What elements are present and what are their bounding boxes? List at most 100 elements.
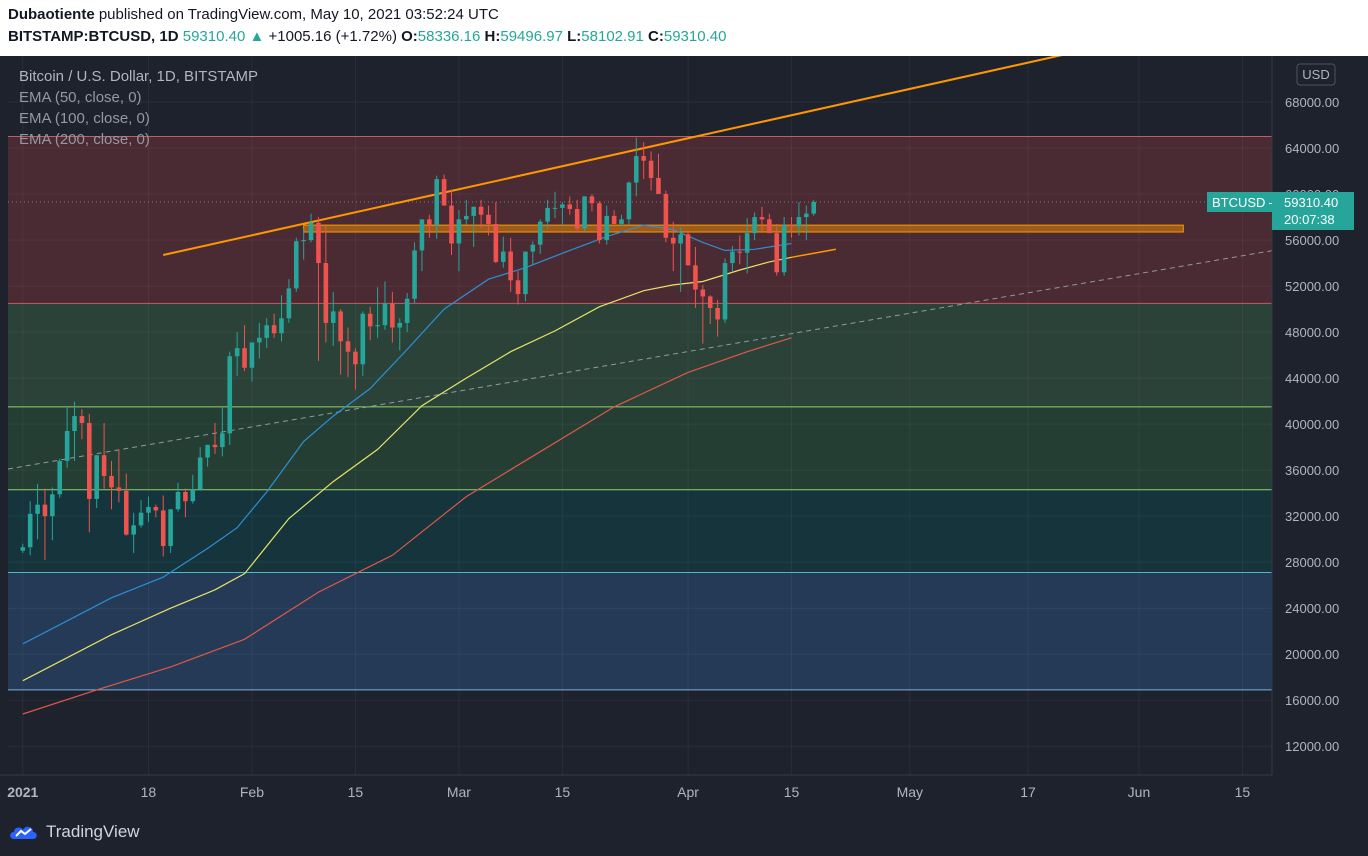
candle-body [412, 250, 417, 299]
candle-body [752, 217, 757, 234]
candle-body [722, 263, 728, 320]
candle-body [257, 337, 262, 343]
x-tick-label: 15 [1235, 784, 1251, 800]
x-tick-label: 15 [555, 784, 571, 800]
legend-ema50[interactable]: EMA (50, close, 0) [19, 87, 258, 108]
candle-body [87, 422, 92, 499]
candle-body [138, 512, 144, 526]
y-tick-label: 28000.00 [1285, 555, 1339, 570]
candle-body [515, 280, 521, 295]
candle [227, 351, 233, 445]
candle-body [330, 311, 336, 323]
candle-body [205, 444, 210, 458]
candle-body [293, 241, 299, 289]
candle-body [57, 460, 63, 495]
ohlc-bar: BITSTAMP:BTCUSD, 1D 59310.40 ▲ +1005.16 … [8, 28, 726, 45]
candle-body [641, 156, 646, 161]
candle-body [574, 209, 580, 229]
resistance-band [303, 224, 1184, 233]
price-zone [8, 136, 1272, 304]
y-tick-label: 56000.00 [1285, 233, 1339, 248]
candle-body [375, 325, 380, 327]
up-arrow-icon: ▲ [249, 28, 265, 45]
candle-body [72, 416, 77, 432]
candle-body [626, 182, 632, 220]
candle-body [175, 492, 181, 510]
chart-header: Dubaotiente published on TradingView.com… [0, 0, 1368, 56]
candle-body [220, 433, 225, 448]
footer: TradingView [0, 808, 1368, 856]
chart-legend: Bitcoin / U.S. Dollar, 1D, BITSTAMP EMA … [19, 66, 258, 150]
candle-body [685, 234, 691, 266]
price-badge-value: 59310.40 [1284, 195, 1338, 210]
candle-body [264, 325, 270, 338]
high-label: H: [484, 28, 501, 45]
price-zone [8, 406, 1272, 490]
y-tick-label: 48000.00 [1285, 325, 1339, 340]
candle-body [42, 504, 48, 517]
candle-body [35, 504, 40, 514]
candle-body [227, 356, 233, 434]
candle-body [367, 313, 373, 327]
candle-body [79, 416, 85, 423]
candle-body [663, 194, 669, 238]
candle-body [486, 214, 491, 224]
candle-body [767, 219, 772, 234]
candle-body [190, 489, 196, 502]
candle [412, 242, 417, 304]
candle-body [382, 303, 388, 326]
x-tick-label: 2021 [7, 784, 38, 800]
candle-body [670, 237, 676, 244]
publisher-name[interactable]: Dubaotiente [8, 6, 95, 23]
candle-body [523, 251, 528, 295]
candle-body [500, 251, 506, 262]
candle-body [478, 206, 484, 215]
x-tick-label: Apr [677, 784, 699, 800]
candle-body [234, 348, 240, 357]
candle [685, 230, 691, 266]
x-tick-label: 15 [348, 784, 364, 800]
x-tick-label: 15 [784, 784, 800, 800]
y-tick-label: 64000.00 [1285, 141, 1339, 156]
candle-body [464, 215, 469, 220]
y-tick-label: 36000.00 [1285, 463, 1339, 478]
candle-body [242, 348, 247, 368]
candle-body [493, 223, 499, 262]
price-chart[interactable]: USD68000.0064000.0060000.0056000.0052000… [0, 56, 1368, 808]
candle-body [64, 431, 70, 461]
candle-body [737, 251, 743, 253]
x-tick-label: May [897, 784, 923, 800]
tradingview-logo[interactable]: TradingView [8, 822, 140, 842]
price-zone [8, 489, 1272, 573]
candle-body [560, 204, 565, 208]
candle-body [308, 222, 314, 241]
y-tick-label: 16000.00 [1285, 693, 1339, 708]
candle-body [456, 219, 462, 244]
y-tick-label: 40000.00 [1285, 417, 1339, 432]
x-tick-label: 17 [1020, 784, 1036, 800]
candle-body [286, 288, 292, 319]
candle [293, 237, 299, 292]
candle-body [537, 221, 543, 245]
candle [781, 217, 787, 276]
candle-body [693, 265, 698, 290]
candle [811, 199, 816, 216]
legend-ema200[interactable]: EMA (200, close, 0) [19, 129, 258, 150]
candle-body [338, 311, 343, 342]
low-label: L: [567, 28, 582, 45]
candle-body [744, 233, 750, 253]
candle-body [781, 225, 787, 273]
legend-ema100[interactable]: EMA (100, close, 0) [19, 108, 258, 129]
candle-body [449, 205, 454, 244]
y-tick-label: 12000.00 [1285, 739, 1339, 754]
candle [441, 174, 447, 206]
candle-body [434, 179, 440, 226]
candle-body [707, 296, 713, 308]
candle-body [619, 219, 624, 224]
candle-body [582, 196, 587, 229]
candle-body [648, 160, 654, 178]
candle-body [360, 313, 366, 365]
y-tick-label: 52000.00 [1285, 279, 1339, 294]
price-change: +1005.16 (+1.72%) [268, 28, 397, 45]
close-label: C: [648, 28, 664, 45]
